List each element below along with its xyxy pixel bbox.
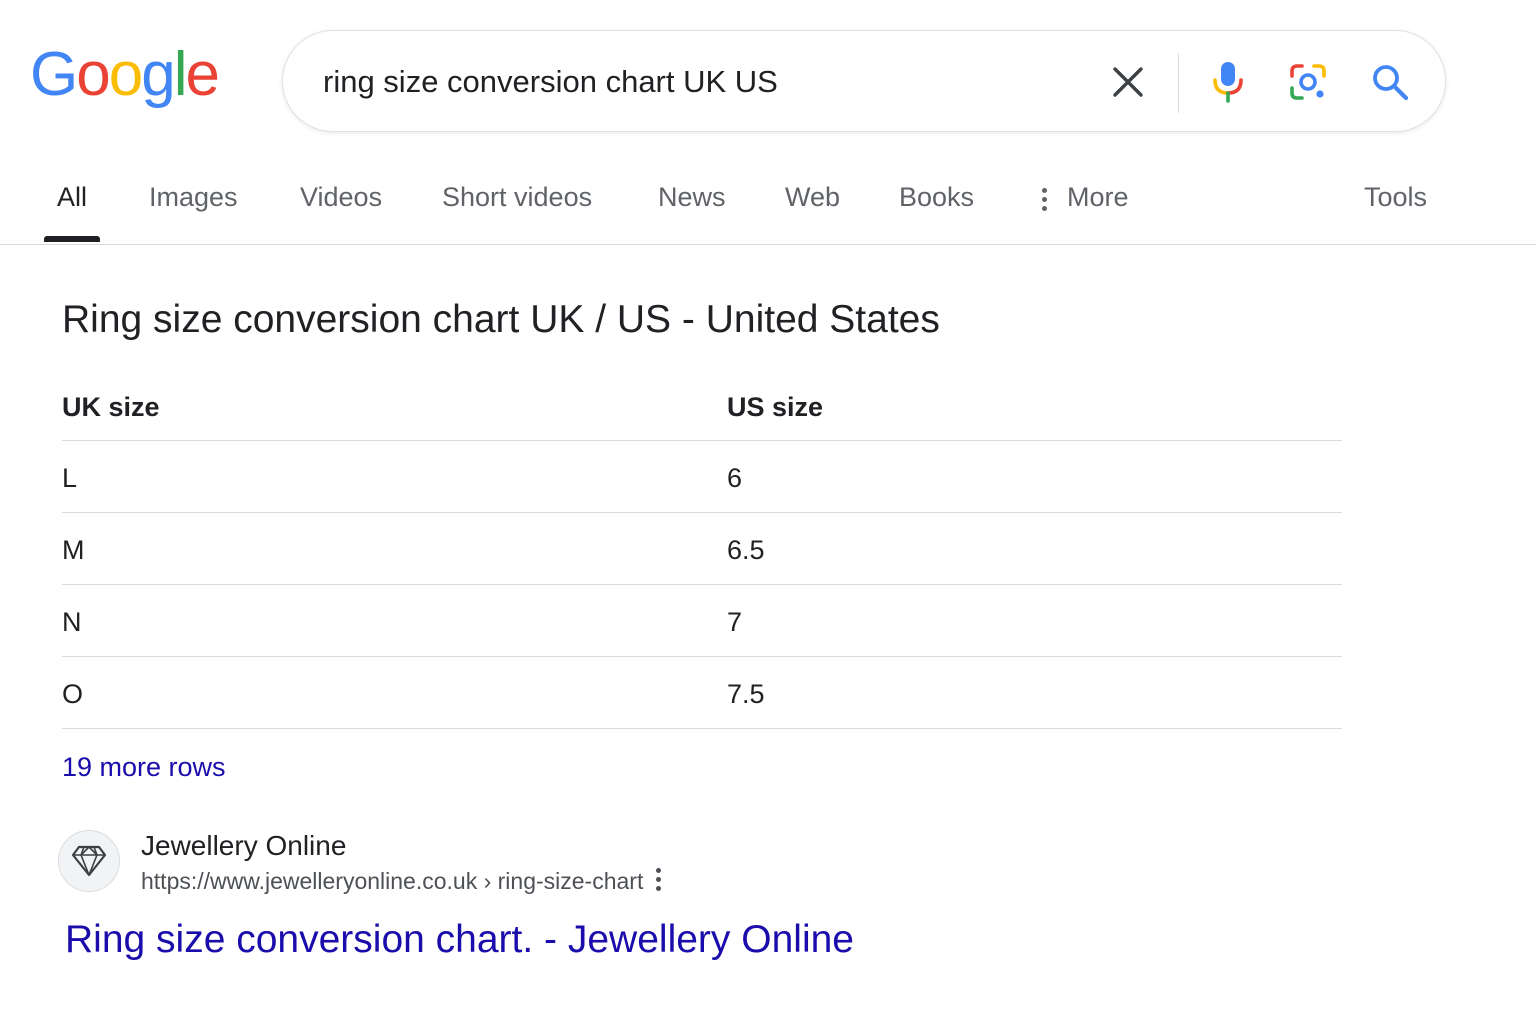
tab-more[interactable]: More	[1067, 182, 1129, 213]
column-header-uk: UK size	[62, 392, 160, 422]
lens-search-button[interactable]	[1283, 57, 1333, 107]
google-logo[interactable]: Google	[30, 40, 220, 109]
us-size-cell: 6.5	[727, 535, 765, 565]
table-row: N 7	[62, 585, 1342, 657]
search-icon	[1373, 65, 1409, 101]
diamond-icon	[71, 845, 107, 877]
search-input[interactable]: ring size conversion chart UK US	[323, 64, 778, 100]
search-tabs: All Images Videos Short videos News Web …	[0, 160, 1536, 245]
table-row: O 7.5	[62, 657, 1342, 729]
conversion-table: UK size US size L 6 M 6.5 N 7 O 7.5	[62, 370, 1342, 729]
uk-size-cell: N	[62, 607, 82, 637]
logo-letter: o	[108, 40, 144, 109]
result-options-button[interactable]	[652, 866, 666, 894]
mic-icon	[1213, 62, 1243, 103]
us-size-cell: 6	[727, 463, 743, 493]
table-row: L 6	[62, 441, 1342, 513]
us-size-cell: 7	[727, 607, 743, 637]
tab-videos[interactable]: Videos	[300, 182, 382, 213]
uk-size-cell: M	[62, 535, 85, 565]
close-icon	[1113, 67, 1143, 97]
clear-button[interactable]	[1103, 57, 1153, 107]
logo-letter: g	[141, 40, 176, 109]
result-url[interactable]: https://www.jewelleryonline.co.uk › ring…	[141, 868, 643, 895]
logo-letter: o	[76, 40, 111, 109]
search-button[interactable]	[1365, 57, 1415, 107]
logo-letter: G	[30, 40, 78, 109]
more-rows-link[interactable]: 19 more rows	[62, 752, 226, 783]
active-tab-indicator	[44, 236, 100, 242]
search-bar[interactable]: ring size conversion chart UK US	[282, 30, 1446, 132]
us-size-cell: 7.5	[727, 679, 765, 709]
site-favicon[interactable]	[58, 830, 120, 892]
tab-books[interactable]: Books	[899, 182, 974, 213]
uk-size-cell: O	[62, 679, 84, 709]
more-vert-icon	[1038, 186, 1050, 214]
logo-letter: l	[173, 40, 188, 109]
search-divider	[1178, 53, 1179, 113]
tab-images[interactable]: Images	[149, 182, 238, 213]
voice-search-button[interactable]	[1203, 57, 1253, 107]
tab-news[interactable]: News	[658, 182, 726, 213]
tab-all[interactable]: All	[57, 182, 87, 213]
result-site-name[interactable]: Jewellery Online	[141, 830, 346, 862]
logo-letter: e	[185, 40, 220, 109]
table-header: UK size US size	[62, 370, 1342, 441]
snippet-title: Ring size conversion chart UK / US - Uni…	[62, 298, 940, 341]
tab-web[interactable]: Web	[785, 182, 840, 213]
result-title-link[interactable]: Ring size conversion chart. - Jewellery …	[65, 918, 854, 962]
uk-size-cell: L	[62, 463, 78, 493]
tools-button[interactable]: Tools	[1364, 182, 1427, 213]
tab-short-videos[interactable]: Short videos	[442, 182, 592, 213]
column-header-us: US size	[727, 392, 824, 422]
lens-icon	[1290, 64, 1326, 100]
table-row: M 6.5	[62, 513, 1342, 585]
